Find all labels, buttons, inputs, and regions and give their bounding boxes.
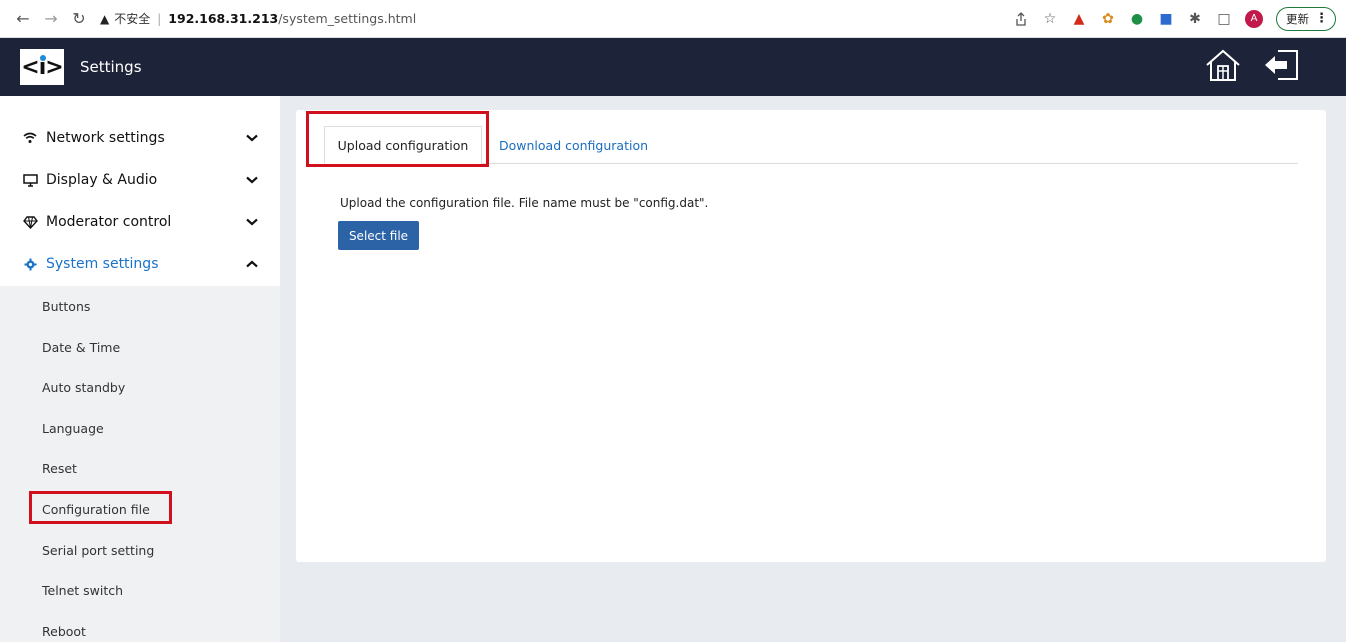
sidebar-item-label: System settings: [46, 256, 159, 272]
home-icon[interactable]: [1204, 48, 1242, 86]
chevron-up-icon: [246, 257, 258, 271]
sidebar-item-telnet-switch[interactable]: Telnet switch: [42, 580, 123, 600]
sidebar-item-system-settings[interactable]: System settings: [0, 244, 280, 284]
select-file-button[interactable]: Select file: [338, 221, 419, 250]
monitor-icon: [22, 173, 38, 187]
reload-icon[interactable]: ↻: [68, 8, 90, 30]
sidepanel-icon[interactable]: □: [1216, 11, 1232, 27]
system-settings-submenu: Buttons Date & Time Auto standby Languag…: [0, 286, 280, 642]
sidebar-item-serial-port-setting[interactable]: Serial port setting: [42, 540, 154, 560]
sidebar-item-moderator-control[interactable]: Moderator control: [0, 202, 280, 242]
upload-description: Upload the configuration file. File name…: [340, 196, 709, 210]
extension-orange-icon[interactable]: ✿: [1100, 11, 1116, 27]
gear-icon: [22, 258, 38, 271]
share-icon[interactable]: [1013, 11, 1029, 27]
sidebar-item-label: Moderator control: [46, 214, 172, 230]
sidebar-item-reboot[interactable]: Reboot: [42, 621, 86, 641]
header-actions: [1204, 48, 1302, 86]
logo[interactable]: <i>: [20, 49, 64, 85]
extension-green-icon[interactable]: ●: [1129, 11, 1145, 27]
chevron-down-icon: [246, 173, 258, 187]
sidebar-item-network-settings[interactable]: Network settings: [0, 118, 280, 158]
sidebar-item-display-audio[interactable]: Display & Audio: [0, 160, 280, 200]
sidebar-item-reset[interactable]: Reset: [42, 458, 77, 478]
bookmark-star-icon[interactable]: ☆: [1042, 11, 1058, 27]
url-path: /system_settings.html: [278, 11, 417, 26]
forward-arrow-icon[interactable]: →: [40, 8, 62, 30]
logo-dot: [40, 55, 46, 61]
browser-actions: ☆ ▲ ✿ ● ■ ✱ □ A 更新 ⋮: [1013, 6, 1346, 31]
translate-extension-icon[interactable]: ■: [1158, 11, 1174, 27]
extension-red-icon[interactable]: ▲: [1071, 11, 1087, 27]
logout-icon[interactable]: [1262, 48, 1302, 86]
warning-icon: ▲: [100, 11, 110, 26]
sidebar-item-language[interactable]: Language: [42, 418, 104, 438]
update-button[interactable]: 更新 ⋮: [1276, 6, 1336, 31]
main-panel: Upload configuration Download configurat…: [296, 110, 1326, 562]
highlight-box-configuration-file: [29, 491, 172, 524]
profile-avatar[interactable]: A: [1245, 9, 1263, 28]
address-separator: |: [157, 11, 162, 26]
url-host: 192.168.31.213: [168, 11, 279, 26]
extensions-puzzle-icon[interactable]: ✱: [1187, 11, 1203, 27]
sidebar: Network settings Display & Audio Moderat…: [0, 96, 280, 642]
wifi-icon: [22, 132, 38, 144]
sidebar-item-auto-standby[interactable]: Auto standby: [42, 377, 125, 397]
sidebar-item-date-time[interactable]: Date & Time: [42, 337, 120, 357]
highlight-box-upload-tab: [306, 111, 489, 167]
address-bar[interactable]: ▲ 不安全 | 192.168.31.213/system_settings.h…: [100, 10, 416, 27]
security-label: 不安全: [114, 12, 151, 26]
tab-download-configuration[interactable]: Download configuration: [499, 126, 648, 164]
chevron-down-icon: [246, 215, 258, 229]
chevron-down-icon: [246, 131, 258, 145]
update-label: 更新: [1286, 11, 1309, 26]
app-header: <i> Settings: [0, 38, 1346, 96]
diamond-icon: [22, 215, 38, 229]
sidebar-item-label: Display & Audio: [46, 172, 158, 188]
back-arrow-icon[interactable]: ←: [12, 8, 34, 30]
sidebar-item-buttons[interactable]: Buttons: [42, 296, 90, 316]
sidebar-item-label: Network settings: [46, 130, 165, 146]
more-menu-icon: ⋮: [1315, 11, 1328, 26]
browser-toolbar: ← → ↻ ▲ 不安全 | 192.168.31.213/system_sett…: [0, 0, 1346, 38]
page-title: Settings: [80, 58, 142, 76]
